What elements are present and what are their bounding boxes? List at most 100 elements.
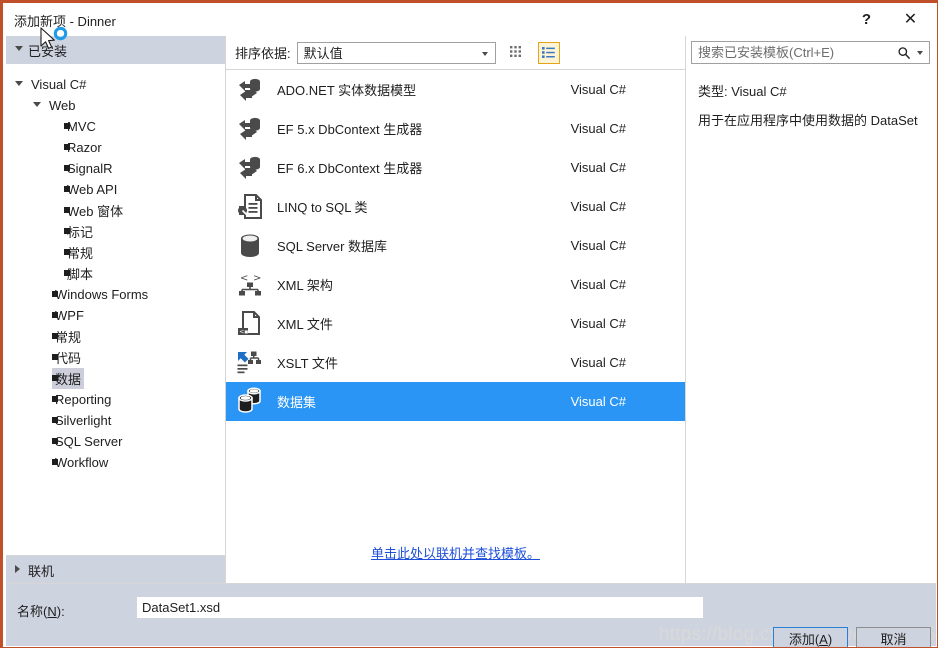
category-tree-panel: 已安装 Visual C# Web MVC Razor SignalR Web API We… [6,36,226,584]
add-label-suffix: ) [827,632,833,647]
name-label-prefix: 名称( [17,604,48,619]
tree-item[interactable]: Razor [6,137,225,158]
search-options-chevron-down-icon[interactable] [914,50,926,55]
page-title: 添加新项 - Dinner [14,14,116,29]
search-icon[interactable] [894,46,914,60]
category-tree[interactable]: Visual C# Web MVC Razor SignalR Web API Web 窗体… [6,64,225,555]
search-box[interactable] [691,41,930,64]
template-language: Visual C# [570,394,626,409]
sort-by-label: 排序依据: [235,46,291,61]
chevron-down-icon [481,51,488,56]
template-list-item[interactable]: ADO.NET 实体数据模型 Visual C# [226,70,685,109]
svg-text:<▪>: <▪> [239,328,253,335]
entity-data-model-icon [235,75,265,105]
tree-item-label: Visual C# [31,77,87,92]
cancel-button[interactable]: 取消 [856,627,931,647]
tree-item-label: Web 窗体 [67,204,124,219]
tree-item-label: Razor [67,140,102,155]
template-details: 类型: Visual C# 用于在应用程序中使用数据的 DataSet [686,64,934,130]
template-type-line: 类型: Visual C# [698,84,787,99]
tree-item[interactable]: Silverlight [6,410,225,431]
tree-item[interactable]: Visual C# [6,74,225,95]
name-label-accesskey: N [47,604,57,619]
template-list-item[interactable]: < > XML 架构 Visual C# [226,265,685,304]
template-list[interactable]: ADO.NET 实体数据模型 Visual C# EF 5.x DbContext … [226,69,685,584]
linq-to-sql-icon [235,192,265,222]
template-name: LINQ to SQL 类 [277,200,368,215]
template-language: Visual C# [570,355,626,370]
tree-item[interactable]: Web 窗体 [6,200,225,221]
tree-item[interactable]: 常规 [6,326,225,347]
tree-item-label: Web [49,98,76,113]
template-name: XML 文件 [277,317,333,332]
template-list-item[interactable]: EF 6.x DbContext 生成器 Visual C# [226,148,685,187]
template-list-item[interactable]: XSLT 文件 Visual C# [226,343,685,382]
tree-item[interactable]: SQL Server [6,431,225,452]
template-name: ADO.NET 实体数据模型 [277,83,417,98]
xml-schema-icon: < > [235,270,265,300]
tree-item-label: Reporting [55,392,112,407]
template-name: 数据集 [277,395,317,410]
template-list-item[interactable]: <▪> XML 文件 Visual C# [226,304,685,343]
tree-item[interactable]: Workflow [6,452,225,473]
template-name: EF 5.x DbContext 生成器 [277,122,423,137]
template-language: Visual C# [570,199,626,214]
sort-by-select[interactable]: 默认值 [296,41,496,64]
tree-item[interactable]: Windows Forms [6,284,225,305]
name-input[interactable] [137,597,703,618]
tree-item-label: Silverlight [55,413,112,428]
templates-panel: 排序依据: 默认值 ADO.NET 实体数据模型 Visual C# EF 5.… [226,36,685,584]
online-group-header[interactable]: 联机 [6,555,225,584]
find-online-templates-link[interactable]: 单击此处以联机并查找模板。 [371,546,540,561]
tree-item[interactable]: 数据 [6,368,225,389]
template-language: Visual C# [570,121,626,136]
template-language: Visual C# [570,82,626,97]
tree-item-label: SQL Server [55,434,123,449]
tree-item[interactable]: Web API [6,179,225,200]
template-name: SQL Server 数据库 [277,239,388,254]
online-group-label: 联机 [28,563,55,579]
tree-item-label: Windows Forms [55,287,149,302]
xml-file-icon: <▪> [235,309,265,339]
tree-item-label: Workflow [55,455,109,470]
titlebar: 添加新项 - Dinner ? ✕ [3,3,937,36]
template-language: Visual C# [570,160,626,175]
name-label: 名称(N): [17,601,65,620]
template-list-item[interactable]: SQL Server 数据库 Visual C# [226,226,685,265]
tree-item[interactable]: 代码 [6,347,225,368]
close-button[interactable]: ✕ [888,3,933,36]
details-panel: 类型: Visual C# 用于在应用程序中使用数据的 DataSet [685,36,934,584]
list-view-button[interactable] [537,41,560,64]
help-button[interactable]: ? [844,3,889,36]
installed-group-header[interactable]: 已安装 [6,36,225,64]
online-templates-link-row: 单击此处以联机并查找模板。 [226,543,685,562]
entity-data-model-icon [235,153,265,183]
template-language: Visual C# [570,277,626,292]
tree-item[interactable]: WPF [6,305,225,326]
list-view-icon [542,47,555,58]
template-name: XML 架构 [277,278,333,293]
sort-by-value: 默认值 [303,46,343,61]
tree-item[interactable]: 脚本 [6,263,225,284]
tree-item[interactable]: 常规 [6,242,225,263]
add-label-prefix: 添加( [788,632,820,647]
xslt-file-icon [235,348,265,378]
tree-item[interactable]: MVC [6,116,225,137]
name-label-suffix: ): [56,604,65,619]
tree-item[interactable]: Web [6,95,225,116]
svg-text:>: > [253,273,261,284]
tree-item[interactable]: SignalR [6,158,225,179]
template-list-item[interactable]: 数据集 Visual C# [226,382,685,421]
template-list-item[interactable]: LINQ to SQL 类 Visual C# [226,187,685,226]
template-name: XSLT 文件 [277,356,338,371]
svg-text:<: < [240,273,248,284]
tree-item[interactable]: 标记 [6,221,225,242]
template-language: Visual C# [570,238,626,253]
tree-item[interactable]: Reporting [6,389,225,410]
entity-data-model-icon [235,114,265,144]
template-list-item[interactable]: EF 5.x DbContext 生成器 Visual C# [226,109,685,148]
tiles-view-button[interactable] [506,42,528,64]
add-button[interactable]: 添加(A) [773,627,848,647]
tree-item-label: SignalR [67,161,113,176]
search-input[interactable] [692,44,894,61]
